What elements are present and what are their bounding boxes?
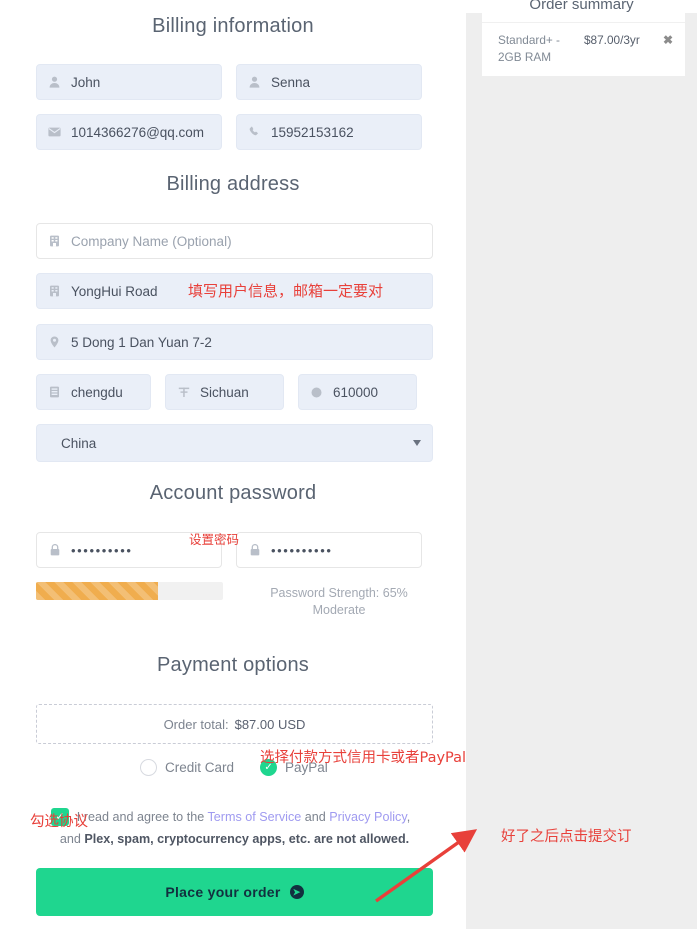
password-strength-fill [36,582,158,600]
zip-input[interactable]: 610000 [298,374,417,410]
terms-line-2-prefix: and [59,832,85,846]
country-value: China [61,435,97,451]
user-icon [247,75,262,90]
password-strength-text: Password Strength: 65% Moderate [245,585,433,619]
address-line-2-value: 5 Dong 1 Dan Yuan 7-2 [71,334,212,350]
phone-value: 15952153162 [271,124,354,140]
place-order-label: Place your order [165,884,281,900]
order-total-label: Order total: [163,716,229,732]
country-select[interactable]: China [36,424,433,462]
order-summary-heading: Order summary [466,0,697,13]
billing-information-heading: Billing information [152,15,314,37]
terms-line-1: I read and agree to the Terms of Service… [36,806,433,828]
order-total-amount: $87.00 USD [234,716,306,732]
close-icon[interactable]: ✖ [663,32,673,66]
order-summary-item-price: $87.00/3yr [584,33,640,47]
order-summary-item: Standard+ - 2GB RAM $87.00/3yr ✖ [482,23,685,66]
email-value: 1014366276@qq.com [71,124,205,140]
terms-line-2-bold: Plex, spam, cryptocurrency apps, etc. ar… [84,832,410,846]
map-icon [176,385,191,400]
credit-card-label: Credit Card [165,760,235,775]
privacy-policy-link[interactable]: Privacy Policy [329,810,406,824]
annotation-submit-order: 好了之后点击提交订 [501,829,632,845]
city-value: chengdu [71,384,123,400]
last-name-input[interactable]: Senna [236,64,422,100]
state-value: Sichuan [200,384,249,400]
last-name-value: Senna [271,74,311,90]
account-password-heading: Account password [149,482,317,504]
billing-address-heading: Billing address [166,173,300,195]
terms-agreement: ✓ I read and agree to the Terms of Servi… [36,806,433,850]
annotation-payment-method: 选择付款方式信用卡或者PayPal [260,750,467,766]
radio-unchecked-icon[interactable] [140,759,157,776]
name-row: John Senna [36,64,433,100]
zip-value: 610000 [333,384,379,400]
building-icon [47,385,62,400]
terms-line-2: and Plex, spam, cryptocurrency apps, etc… [60,832,409,846]
terms-of-service-link[interactable]: Terms of Service [207,810,301,824]
password-value: •••••••••• [71,542,133,558]
annotation-check-agreement: 勾选协议 [30,814,88,830]
email-input[interactable]: 1014366276@qq.com [36,114,222,150]
checkout-page: Billing information John Senna 101436627… [0,0,697,929]
order-summary-item-name: Standard+ - 2GB RAM [498,33,560,64]
payment-method-credit-card[interactable]: Credit Card [140,759,234,776]
city-state-zip-row: chengdu Sichuan 610000 [36,374,433,410]
arrow-right-circle-icon: ➤ [289,885,304,899]
order-summary-column [466,0,697,929]
password-strength-bar [36,582,223,600]
payment-options-heading: Payment options [157,654,309,676]
order-summary-card: Standard+ - 2GB RAM $87.00/3yr ✖ [482,22,685,76]
confirm-password-value: •••••••••• [271,542,333,558]
first-name-value: John [71,74,101,90]
lock-icon [247,543,262,558]
chevron-down-icon [413,440,421,446]
building-icon [47,284,62,299]
password-strength-rating: Moderate [312,603,366,617]
terms-prefix: I read and agree to the [76,810,208,824]
address-line-2-input[interactable]: 5 Dong 1 Dan Yuan 7-2 [36,324,433,360]
confirm-password-input[interactable]: •••••••••• [236,532,422,568]
annotation-set-password: 设置密码 [189,532,240,547]
password-strength-percent: Password Strength: 65% [270,586,408,600]
company-placeholder: Company Name (Optional) [71,233,232,249]
company-input[interactable]: Company Name (Optional) [36,223,433,259]
phone-icon [247,125,262,140]
city-input[interactable]: chengdu [36,374,151,410]
state-input[interactable]: Sichuan [165,374,284,410]
envelope-icon [47,125,62,140]
terms-comma: , [406,810,411,824]
order-total-box: Order total: $87.00 USD [36,704,433,744]
first-name-input[interactable]: John [36,64,222,100]
street-address-value: YongHui Road [71,283,158,299]
checkout-form-column: Billing information John Senna 101436627… [0,0,466,929]
building-icon [47,234,62,249]
lock-icon [47,543,62,558]
terms-conjunction: and [301,810,330,824]
map-marker-icon [47,335,62,350]
phone-input[interactable]: 15952153162 [236,114,422,150]
user-icon [47,75,62,90]
contact-row: 1014366276@qq.com 15952153162 [36,114,433,150]
annotation-user-info: 填写用户信息，邮箱一定要对 [188,282,384,300]
circle-icon [309,385,324,400]
place-your-order-button[interactable]: Place your order ➤ [36,868,433,916]
